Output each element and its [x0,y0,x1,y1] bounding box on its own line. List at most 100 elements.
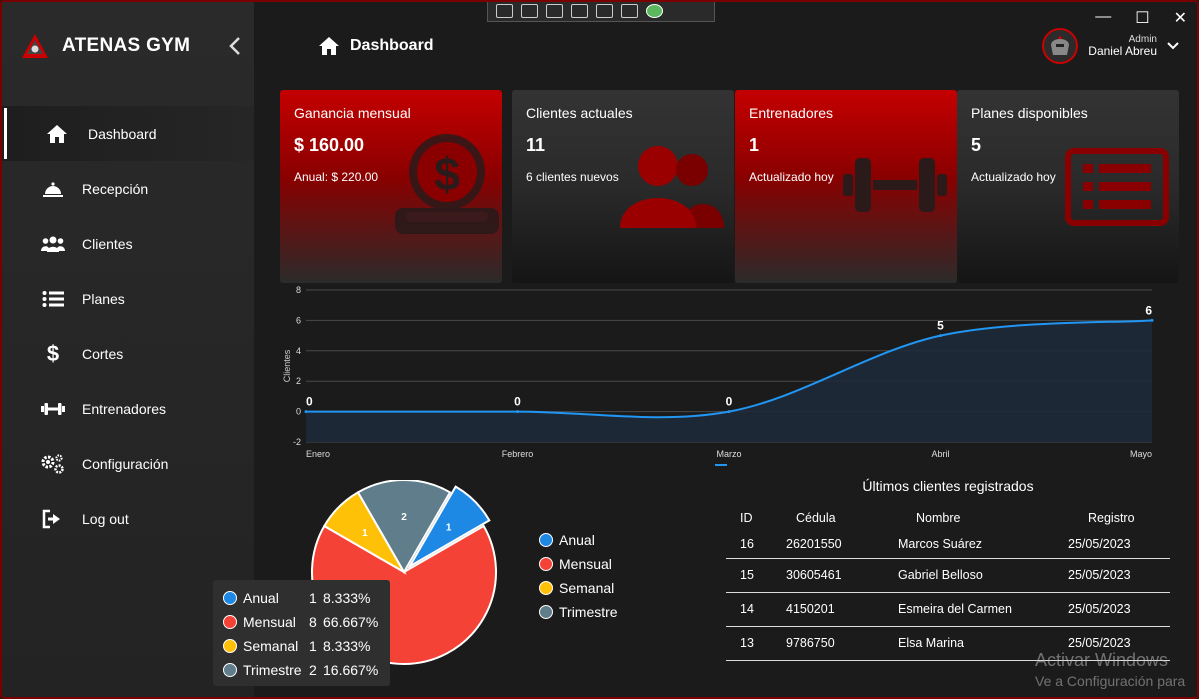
check-icon[interactable] [646,4,663,18]
y-tick-label: -2 [293,437,301,447]
tooltip-count: 1 [309,590,317,606]
users-icon [38,234,68,254]
tooltip-percent: 16.667% [323,662,379,678]
slice-label: 2 [401,512,407,523]
sidebar-item-configuracion[interactable]: Configuración [2,436,254,491]
tooltip-dot [223,663,237,677]
tooltip-row: Semanal 1 8.333% [223,634,380,658]
cell-cedula: 30605461 [774,558,874,593]
x-tick-label: Enero [306,449,330,459]
legend-dot [539,581,553,595]
data-label: 5 [937,319,944,333]
tooltip-dot [223,591,237,605]
home-icon [42,124,72,144]
app-title: ATENAS GYM [62,35,191,56]
table-row[interactable]: 14 4150201 Esmeira del Carmen 25/05/2023 [726,592,1170,627]
sidebar-item-planes[interactable]: Planes [2,271,254,326]
select-element-icon[interactable] [496,4,513,18]
x-tick-label: Marzo [716,449,741,459]
card-title: Clientes actuales [526,105,633,121]
svg-text:$: $ [434,148,460,200]
col-header-cedula[interactable]: Cédula [774,506,874,530]
col-header-registro[interactable]: Registro [1044,506,1170,530]
col-header-nombre[interactable]: Nombre [874,506,1044,530]
card-title: Entrenadores [749,105,834,121]
tooltip-dot [223,639,237,653]
frame-icon[interactable] [571,4,588,18]
card-entrenadores: Entrenadores 1 Actualizado hoy [735,90,957,283]
slice-label: 1 [362,528,368,539]
sidebar-menu: Dashboard Recepción Clientes Planes $ Co… [2,106,254,546]
minimize-button[interactable]: — [1095,8,1111,28]
list-icon [1065,148,1169,226]
y-axis-label: Clientes [282,349,292,382]
cursor-icon[interactable] [546,4,563,18]
tooltip-count: 8 [309,614,317,630]
tooltip-percent: 66.667% [323,614,379,630]
user-names: Admin Daniel Abreu [1088,34,1157,58]
data-label: 6 [1145,303,1152,317]
video-icon[interactable] [521,4,538,18]
table-title: Últimos clientes registrados [862,478,1034,494]
tooltip-row: Anual 1 8.333% [223,586,380,610]
collapse-sidebar-button[interactable] [228,36,242,62]
card-subtitle: 6 clientes nuevos [526,170,619,184]
table-row[interactable]: 15 30605461 Gabriel Belloso 25/05/2023 [726,558,1170,593]
card-title: Planes disponibles [971,105,1088,121]
tooltip-row: Trimestre 2 16.667% [223,658,380,682]
tooltip-label: Anual [243,590,279,606]
legend-item: Semanal [539,576,618,600]
sidebar-item-logout[interactable]: Log out [2,491,254,546]
data-point [727,410,731,414]
home-icon [319,37,339,55]
card-value: $ 160.00 [294,135,365,155]
sidebar-item-recepcion[interactable]: Recepción [2,161,254,216]
tooltip-row: Mensual 8 66.667% [223,610,380,634]
sidebar-item-label: Entrenadores [82,400,167,417]
series-legend-marker [715,464,727,466]
brand: ATENAS GYM [20,32,190,60]
table-header-row: ID Cédula Nombre Registro [726,506,1170,530]
sidebar-item-clientes[interactable]: Clientes [2,216,254,271]
cell-id: 13 [726,626,774,661]
x-tick-label: Abril [931,449,949,459]
tooltip-percent: 8.333% [323,590,371,606]
user-menu[interactable]: Admin Daniel Abreu [1042,28,1179,64]
card-clientes: Clientes actuales 11 6 clientes nuevos [512,90,734,283]
cell-registro: 25/05/2023 [1044,592,1170,627]
dumbbell-icon [843,158,947,212]
x-tick-label: Febrero [502,449,534,459]
sidebar-item-dashboard[interactable]: Dashboard [2,106,254,161]
page-title-label: Dashboard [350,37,434,54]
data-point [516,410,519,414]
sidebar-item-entrenadores[interactable]: Entrenadores [2,381,254,436]
table-row[interactable]: 16 26201550 Marcos Suárez 25/05/2023 [726,530,1170,559]
close-button[interactable]: ✕ [1174,8,1187,28]
recent-clients-table: Últimos clientes registrados ID Cédula N… [726,478,1170,661]
track-focus-icon[interactable] [596,4,613,18]
list-icon [38,289,68,309]
data-label: 0 [726,395,733,409]
window-controls: — ☐ ✕ [1095,8,1187,28]
page-title: Dashboard [318,36,434,56]
card-planes: Planes disponibles 5 Actualizado hoy [957,90,1179,283]
card-value: 1 [749,135,760,155]
legend-label: Anual [559,532,595,548]
legend-item: Trimestre [539,600,618,624]
y-tick-label: 2 [296,376,301,386]
cell-nombre: Marcos Suárez [874,530,1044,559]
cell-nombre: Gabriel Belloso [874,558,1044,593]
activation-watermark: Activar Windows Ve a Configuración para [1035,650,1185,689]
sidebar-item-label: Configuración [82,455,169,472]
chevron-down-icon[interactable] [1167,39,1179,53]
legend-label: Trimestre [559,604,618,620]
dumbbell-icon [38,399,68,419]
clients-area-chart: 86420-2Clientes0Enero0Febrero0Marzo5Abri… [282,285,1154,466]
maximize-button[interactable]: ☐ [1135,8,1149,28]
legend-label: Semanal [559,580,615,596]
hot-reload-icon[interactable] [621,4,638,18]
col-header-id[interactable]: ID [726,506,774,530]
card-subtitle: Anual: $ 220.00 [294,170,379,184]
sidebar-item-cortes[interactable]: $ Cortes [2,326,254,381]
cell-registro: 25/05/2023 [1044,530,1170,559]
